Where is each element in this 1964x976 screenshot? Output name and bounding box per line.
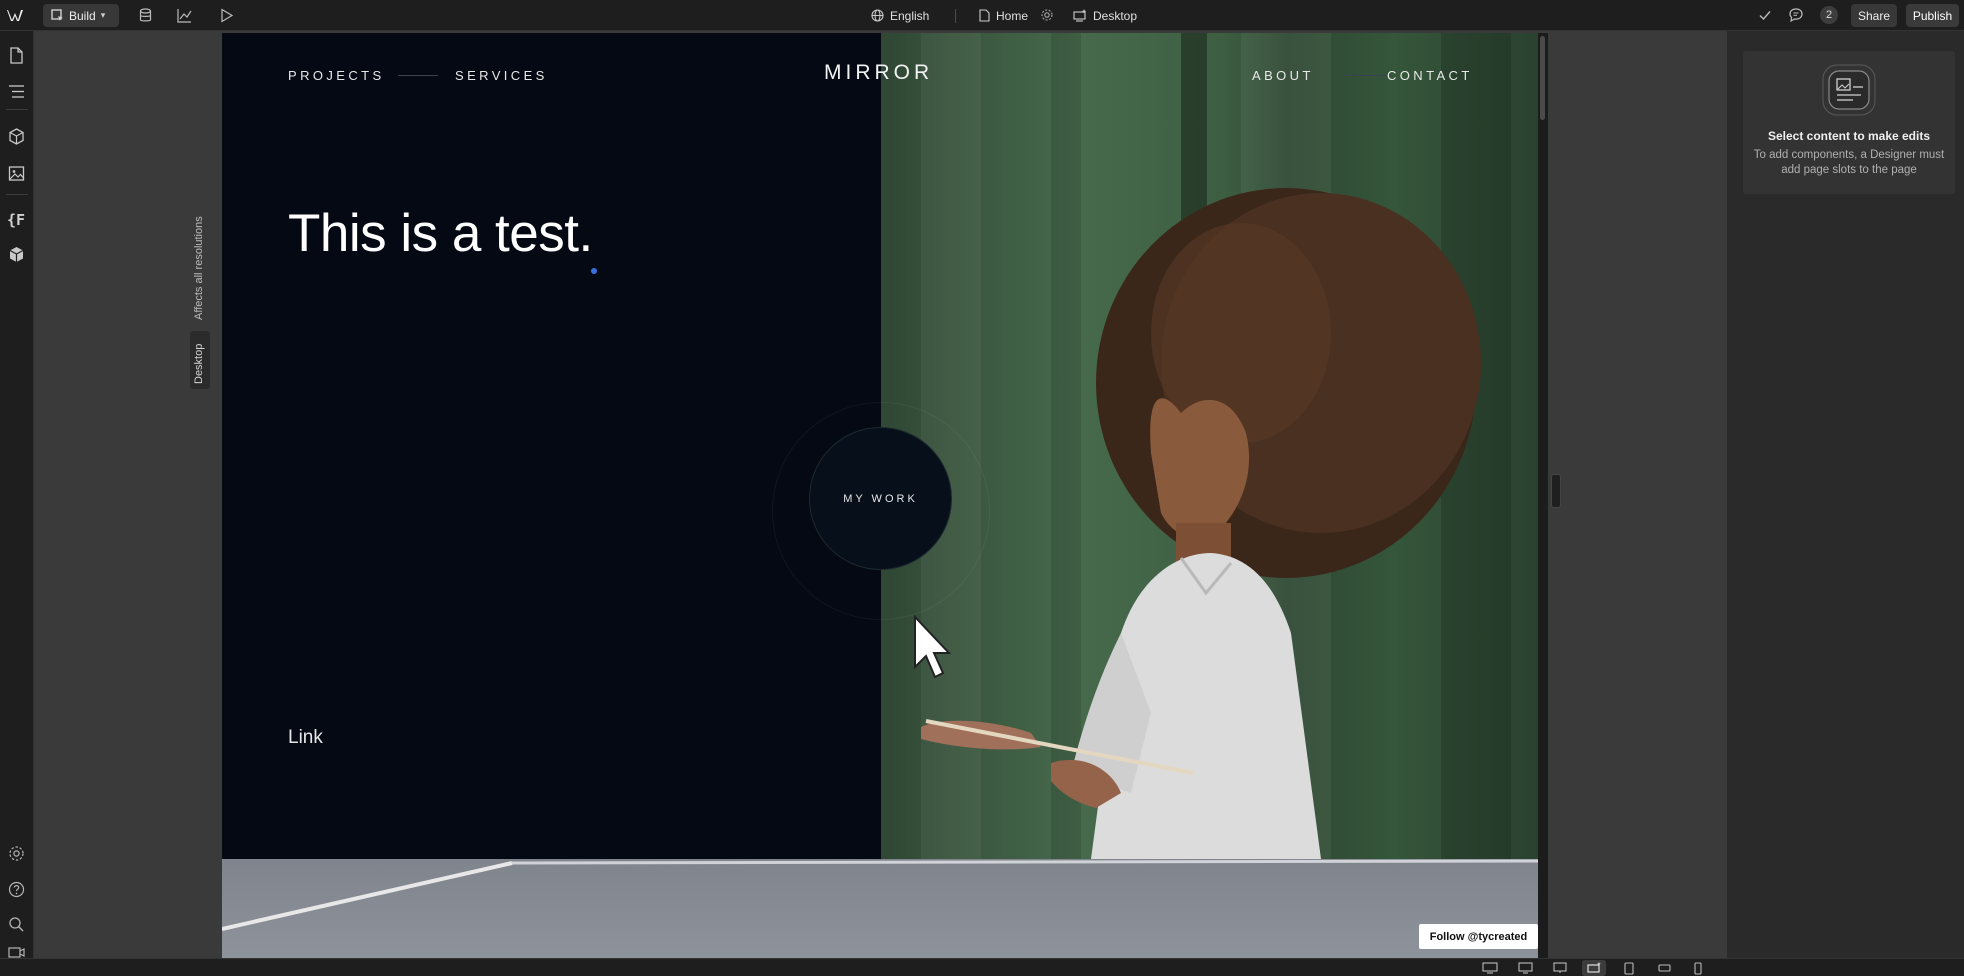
left-toolbar: {F (0, 31, 34, 958)
cms-database-icon[interactable] (137, 7, 154, 24)
hero-link[interactable]: Link (288, 727, 323, 749)
help-icon[interactable] (7, 880, 26, 899)
chevron-down-icon: ▾ (100, 10, 106, 20)
brand-logo[interactable]: MIRROR (824, 61, 933, 85)
breakpoint-label: Desktop (1093, 8, 1138, 23)
build-mode-label: Build (69, 8, 96, 23)
assets-icon[interactable] (7, 164, 26, 183)
top-bar: Build ▾ English Home Desktop 2 Share Pub… (0, 0, 1964, 31)
settings-icon[interactable] (7, 844, 26, 863)
pages-icon[interactable] (7, 46, 26, 65)
select-content-icon (1822, 64, 1876, 116)
hero-photo (881, 33, 1538, 859)
variables-icon[interactable]: {F (7, 211, 26, 230)
hero-headline[interactable]: This is a test. (288, 203, 593, 264)
breakpoint-side-tab-label: Desktop (193, 343, 205, 384)
comment-count-badge: 2 (1820, 6, 1838, 24)
globe-icon (871, 9, 884, 22)
nav-link-contact[interactable]: CONTACT (1387, 68, 1473, 83)
desktop-active-icon[interactable] (1582, 960, 1606, 976)
nav-divider (1346, 75, 1386, 76)
webflow-logo-icon[interactable] (7, 5, 27, 25)
desktop-large-icon[interactable] (1478, 960, 1502, 976)
nav-divider (398, 75, 438, 76)
apps-icon[interactable] (7, 245, 26, 264)
analytics-chart-icon[interactable] (176, 7, 193, 24)
page-label: Home (996, 8, 1029, 23)
empty-state-title: Select content to make edits (1767, 129, 1931, 143)
page-icon (979, 9, 990, 22)
desktop-base-icon[interactable] (1548, 960, 1572, 976)
right-panel: Select content to make edits To add comp… (1726, 31, 1964, 958)
desktop-icon[interactable] (1513, 960, 1537, 976)
search-icon[interactable] (7, 915, 26, 934)
tablet-icon[interactable] (1617, 960, 1641, 976)
page-selector[interactable]: Home (978, 6, 1028, 25)
nav-link-about[interactable]: ABOUT (1252, 68, 1314, 83)
scrollbar-thumb[interactable] (1540, 36, 1545, 120)
cursor-box-icon (51, 9, 63, 21)
selection-dot (591, 268, 597, 274)
rail-divider (6, 194, 28, 195)
page-settings-gear-icon[interactable] (1040, 8, 1054, 22)
breakpoint-selector[interactable]: Desktop (1073, 6, 1137, 25)
canvas-scrollbar[interactable] (1538, 33, 1548, 958)
breakpoint-bar (0, 958, 1964, 976)
mouse-cursor-icon (914, 615, 952, 679)
site-preview: PROJECTS SERVICES MIRROR ABOUT CONTACT T… (222, 33, 1538, 958)
affects-resolutions-label: Affects all resolutions (193, 216, 205, 320)
checkmark-icon[interactable] (1758, 8, 1772, 22)
next-section-image (222, 859, 1538, 958)
canvas-resize-handle[interactable] (1551, 474, 1561, 508)
navigator-icon[interactable] (7, 82, 26, 101)
comments-icon[interactable] (1788, 7, 1804, 23)
mobile-landscape-icon[interactable] (1652, 960, 1676, 976)
share-button[interactable]: Share (1851, 4, 1897, 27)
publish-button[interactable]: Publish (1906, 4, 1959, 27)
my-work-button[interactable]: MY WORK (809, 427, 952, 570)
locale-label: English (890, 8, 930, 23)
desktop-star-icon (1073, 9, 1087, 22)
preview-play-icon[interactable] (218, 7, 235, 24)
build-mode-button[interactable]: Build ▾ (43, 4, 119, 27)
empty-state-card: Select content to make edits To add comp… (1743, 51, 1955, 194)
follow-badge[interactable]: Follow @tycreated (1419, 924, 1538, 949)
empty-state-description: To add components, a Designer must add p… (1753, 149, 1945, 176)
court-line-graphic (222, 859, 1538, 931)
locale-selector[interactable]: English (871, 6, 929, 25)
components-icon[interactable] (7, 127, 26, 146)
rail-divider (6, 109, 28, 110)
topbar-divider (955, 9, 956, 23)
portrait-figure-image (921, 188, 1481, 859)
mobile-portrait-icon[interactable] (1686, 960, 1710, 976)
my-work-label: MY WORK (843, 492, 918, 505)
nav-link-projects[interactable]: PROJECTS (288, 68, 385, 83)
nav-link-services[interactable]: SERVICES (455, 68, 548, 83)
